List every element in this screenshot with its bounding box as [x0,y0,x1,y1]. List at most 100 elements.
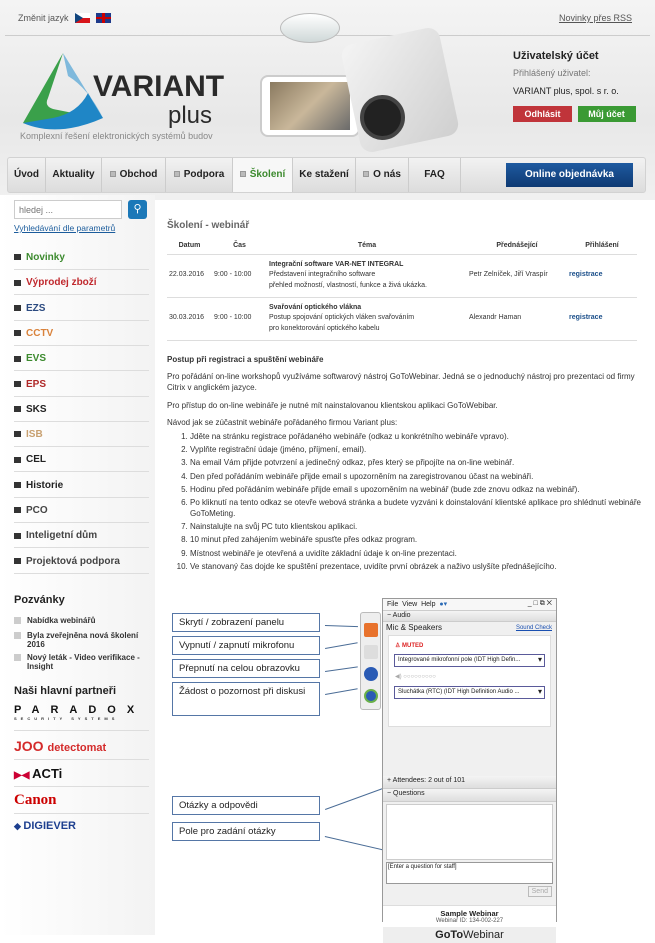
page-title: Školení - webinář [167,220,250,231]
nav-obchod[interactable]: Obchod [102,158,166,192]
toggle-panel-icon[interactable] [364,623,378,637]
invites-title: Pozvánky [14,594,65,606]
gotowebinar-logo: GoToWebinar [383,927,556,943]
microphone-select[interactable]: Integrované mikrofonní pole (IDT High De… [394,654,545,667]
connector-line [325,688,358,695]
table-header: Datum Čas Téma Přednášející Přihlášení [167,238,637,255]
question-input[interactable]: [Enter a question for staff] [386,862,553,884]
my-account-button[interactable]: Můj účet [577,106,636,122]
callout: Otázky a odpovědi [172,796,320,815]
tagline: Komplexní řešení elektronických systémů … [20,131,213,141]
sidebar-category[interactable]: Inteligetní dům [14,523,149,549]
sidebar-category[interactable]: Projektová podpora [14,549,149,574]
fullscreen-icon[interactable] [364,667,378,681]
nav-aktuality[interactable]: Aktuality [46,158,102,192]
callout: Žádost o pozornost při diskusi [172,682,320,716]
menu-view[interactable]: View [402,601,417,608]
account-title: Uživatelský účet [513,50,599,62]
expand-icon [239,171,246,178]
czech-flag-icon[interactable] [74,13,90,23]
speaker-select[interactable]: Sluchátka (RTC) (IDT High Definition Aud… [394,686,545,699]
nav-skoleni[interactable]: Školení [233,158,293,192]
sidebar-category[interactable]: EPS [14,372,149,397]
step-item: 10 minut před zahájením webináře spusťte… [190,534,642,545]
webinar-table: Datum Čas Téma Přednášející Přihlášení 2… [167,238,637,341]
sound-check-link[interactable]: Sound Check [516,625,552,631]
globe-icon[interactable]: ●▾ [439,601,447,608]
sidebar-category[interactable]: CCTV [14,321,149,346]
sidebar-category[interactable]: EZS [14,296,149,321]
callout: Pole pro zadání otázky [172,822,320,841]
bullet-icon [14,279,21,286]
logout-button[interactable]: Odhlásit [513,106,572,122]
search-icon: ⚲ [133,203,142,215]
raise-hand-icon[interactable] [364,689,378,703]
send-button[interactable]: Send [527,886,552,897]
search-input[interactable] [14,200,122,219]
bullet-icon [14,330,21,337]
connector-line [324,625,358,628]
connector-line [324,836,386,851]
step-item: Den před pořádáním webináře přijde email… [190,471,642,482]
speaker-level: ◀) ○○○○○○○○○ [395,674,436,680]
table-row: 30.03.2016 9:00 - 10:00 Svařování optick… [167,297,637,341]
online-order-button[interactable]: Online objednávka [506,163,633,187]
nav-o-nas[interactable]: O nás [356,158,409,192]
search-button[interactable]: ⚲ [128,200,147,219]
invite-item[interactable]: Byla zveřejněna nová školení 2016 [14,631,149,649]
sidebar-category[interactable]: Výprodej zboží [14,270,149,296]
sidebar-category[interactable]: CEL [14,447,149,473]
partner-digiever[interactable]: ◆ DIGIEVER [14,813,149,840]
microphone-icon[interactable] [364,645,378,659]
expand-icon [173,171,180,178]
steps-list: Jděte na stránku registrace pořádaného w… [167,431,642,572]
partner-acti[interactable]: ▶◀ ACTi [14,760,149,787]
gotowebinar-panel: File View Help ●▾ _ □ ⧉ ✕ − Audio Mic & … [382,598,557,943]
gtw-control-toolbar [360,612,381,710]
sidebar-category[interactable]: PCO [14,498,149,523]
bullet-icon [14,456,21,463]
rss-link[interactable]: Novinky přes RSS [559,13,632,23]
bullet-icon [14,355,21,362]
partner-detectomat[interactable]: JOO detectomat [14,733,149,760]
sidebar-category[interactable]: Novinky [14,245,149,270]
callout: Přepnutí na celou obrazovku [172,659,320,678]
menu-file[interactable]: File [387,601,398,608]
nav-podpora[interactable]: Podpora [166,158,233,192]
window-controls[interactable]: _ □ ⧉ ✕ [528,600,552,608]
expand-icon [363,171,370,178]
sidebar-category[interactable]: EVS [14,346,149,372]
register-link[interactable]: registrace [567,297,637,341]
invite-item[interactable]: Nový leták - Video verifikace - Insight [14,653,149,671]
register-link[interactable]: registrace [567,254,637,298]
instructions: Postup při registraci a spuštění webinář… [167,354,642,574]
invite-item[interactable]: Nabídka webinářů [14,616,149,625]
bullet-icon [14,507,21,514]
nav-uvod[interactable]: Úvod [8,158,46,192]
uk-flag-icon[interactable] [95,13,111,23]
step-item: Na email Vám přijde potvrzení a jedinečn… [190,457,642,468]
partner-canon[interactable]: Canon [14,787,149,814]
section-title: Postup při registraci a spuštění webinář… [167,355,324,364]
step-item: Po kliknutí na tento odkaz se otevře web… [190,497,642,519]
webinar-name: Sample Webinar [440,909,499,918]
nav-ke-stazeni[interactable]: Ke stažení [293,158,356,192]
user-account: Uživatelský účet Přihlášený uživatel: VA… [513,50,636,122]
connector-line [325,642,358,649]
svg-text:plus: plus [168,102,212,129]
questions-log[interactable] [386,804,553,860]
partner-paradox[interactable]: PARADOX SECURITY SYSTEMS [14,704,149,731]
parameter-search-link[interactable]: Vyhledávání dle parametrů [14,223,115,233]
logo-triangle-icon: VARIANT plus [23,53,224,130]
bullet-icon [14,532,21,539]
sidebar-category[interactable]: SKS [14,397,149,422]
sidebar-category[interactable]: ISB [14,422,149,448]
step-item: Ve stanovaný čas dojde ke spuštění preze… [190,561,642,572]
header-products-image [255,5,461,155]
nav-faq[interactable]: FAQ [409,158,461,192]
step-item: Místnost webináře je otevřená a uvidíte … [190,548,642,559]
menu-help[interactable]: Help [421,601,435,608]
sidebar-category[interactable]: Historie [14,473,149,498]
partners-title: Naši hlavní partneři [14,685,117,697]
logo[interactable]: VARIANT plus [18,48,238,133]
